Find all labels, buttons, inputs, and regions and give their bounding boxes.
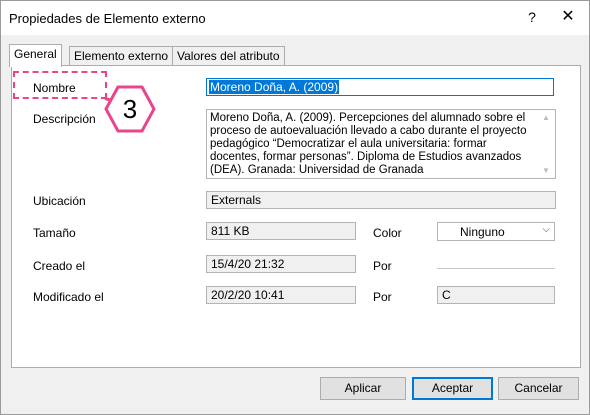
help-button[interactable]: ? [521, 7, 543, 27]
tab-elemento-externo-label: Elemento externo [74, 49, 169, 63]
aplicar-button[interactable]: Aplicar [320, 377, 406, 400]
descripcion-value: Moreno Doña, A. (2009). Percepciones del… [210, 112, 527, 176]
callout-highlight-box [13, 71, 107, 99]
tamano-field: 811 KB [206, 222, 356, 240]
modificado-field: 20/2/20 10:41 [206, 286, 356, 304]
tab-elemento-externo[interactable]: Elemento externo [69, 46, 174, 66]
title-bar: Propiedades de Elemento externo ? ✕ [1, 1, 589, 35]
descripcion-textarea[interactable]: Moreno Doña, A. (2009). Percepciones del… [206, 109, 556, 179]
tab-general-label: General [14, 47, 57, 61]
properties-dialog: Propiedades de Elemento externo ? ✕ Gene… [0, 0, 590, 415]
color-value: Ninguno [460, 225, 505, 239]
descripcion-label: Descripción [33, 112, 96, 126]
tab-general[interactable]: General [9, 44, 62, 67]
tab-valores-del-atributo[interactable]: Valores del atributo [172, 46, 285, 66]
ubicacion-label: Ubicación [33, 194, 86, 208]
nombre-value: Moreno Doña, A. (2009) [209, 80, 340, 94]
chevron-down-icon: ⌵ [542, 224, 550, 235]
creado-field: 15/4/20 21:32 [206, 255, 356, 273]
creado-label: Creado el [33, 259, 86, 273]
close-button[interactable]: ✕ [557, 7, 579, 27]
por-creado-field [437, 268, 555, 269]
tab-valores-label: Valores del atributo [177, 49, 280, 63]
scroll-down-icon[interactable]: ▼ [542, 166, 550, 175]
cancelar-button[interactable]: Cancelar [498, 377, 579, 400]
tamano-label: Tamaño [33, 226, 76, 240]
scroll-up-icon[interactable]: ▲ [542, 113, 550, 122]
descripcion-scrollbar[interactable]: ▲ ▼ [539, 110, 555, 178]
nombre-input[interactable]: Moreno Doña, A. (2009) [206, 78, 554, 96]
por-label-creado: Por [373, 259, 392, 273]
por-label-modificado: Por [373, 290, 392, 304]
color-dropdown[interactable]: Ninguno ⌵ [437, 222, 555, 241]
por-modificado-field: C [437, 286, 555, 304]
callout-badge: 3 [104, 85, 156, 133]
color-label: Color [373, 226, 402, 240]
aceptar-button[interactable]: Aceptar [412, 377, 493, 400]
modificado-label: Modificado el [33, 290, 104, 304]
ubicacion-field: Externals [206, 191, 556, 209]
window-title: Propiedades de Elemento externo [9, 11, 206, 26]
callout-number: 3 [123, 94, 137, 124]
